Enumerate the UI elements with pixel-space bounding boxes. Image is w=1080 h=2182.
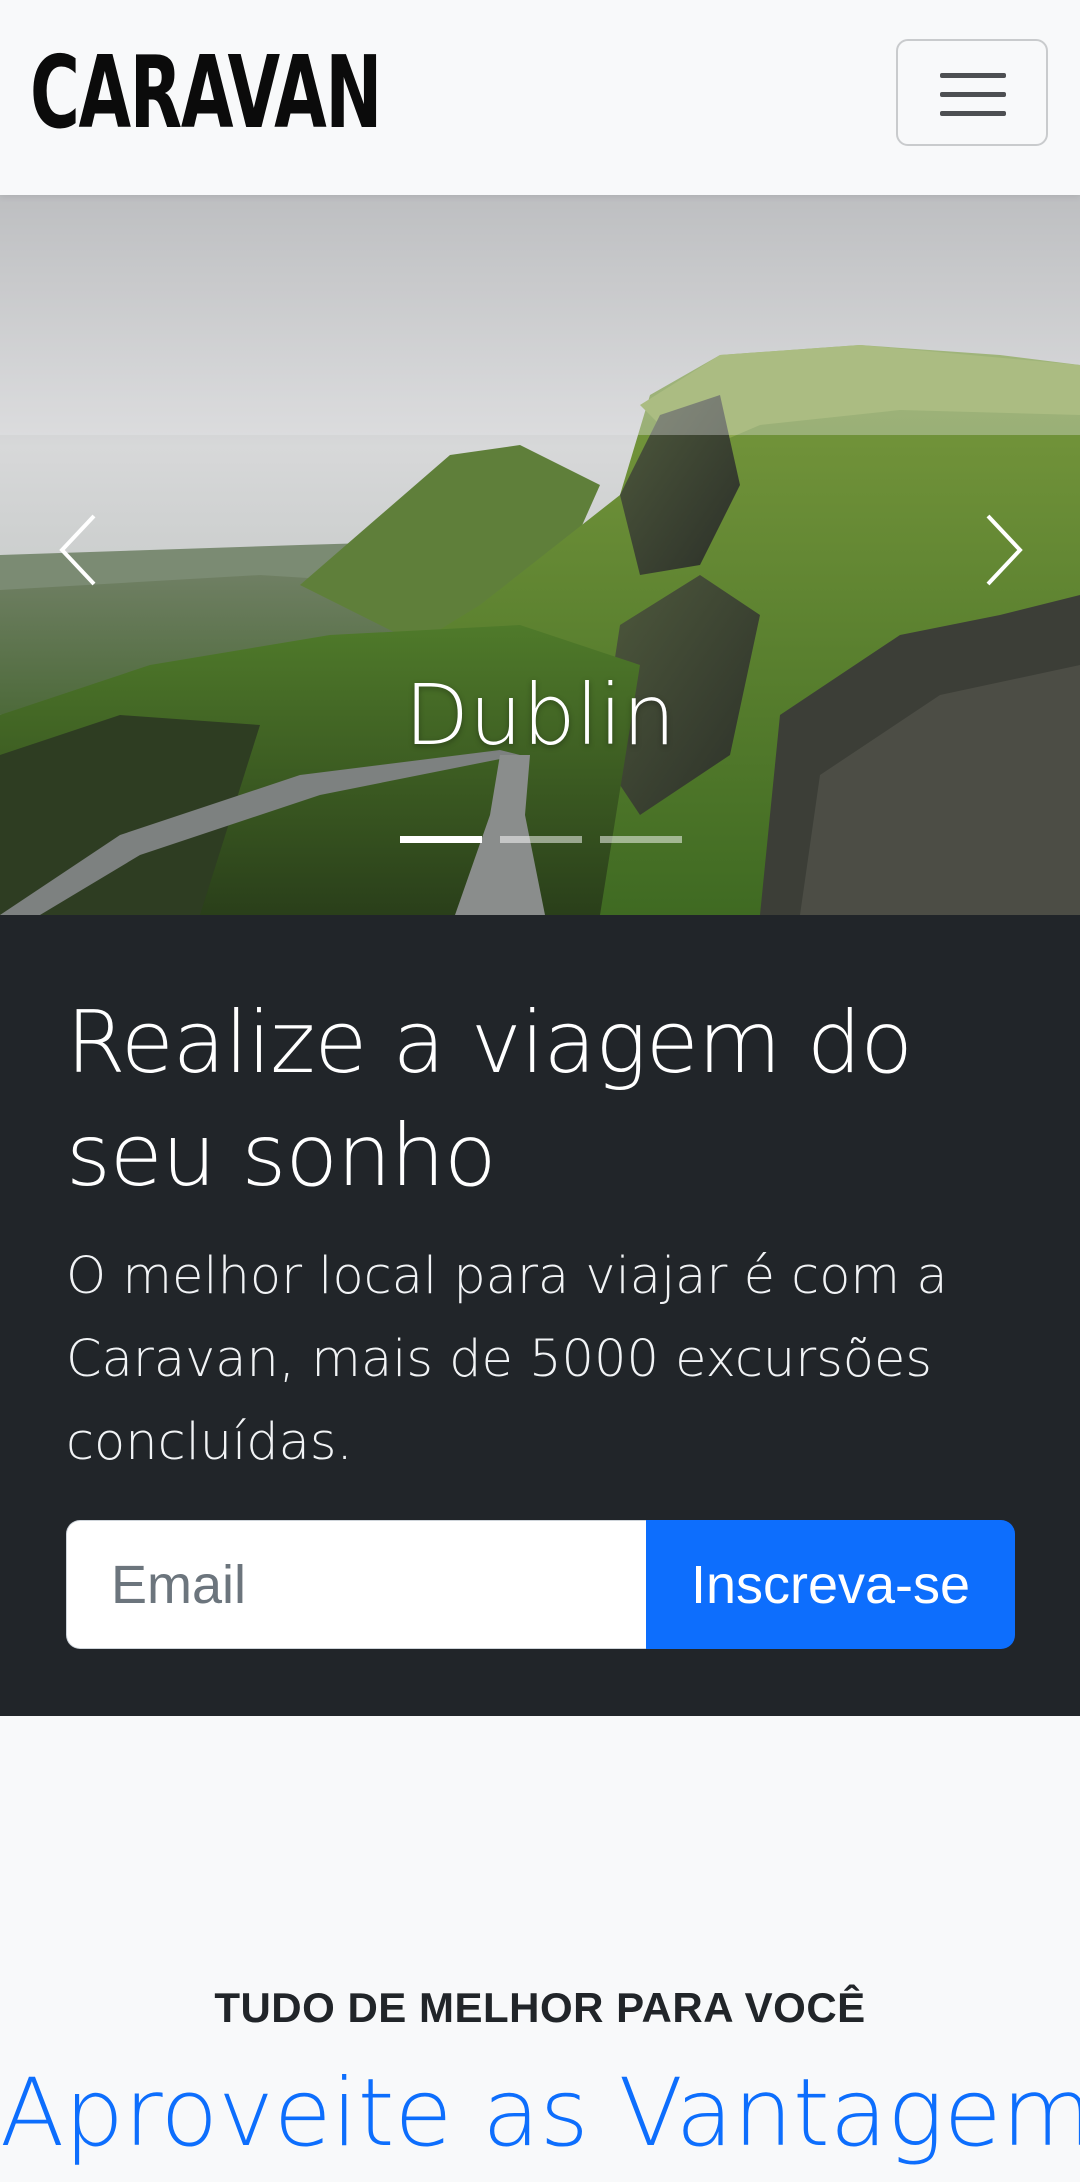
brand-logo[interactable]: CARAVAN	[30, 38, 382, 148]
hero-carousel: Dublin	[0, 195, 1080, 915]
features-section: TUDO DE MELHOR PARA VOCÊ Aproveite as Va…	[0, 1716, 1080, 2182]
chevron-right-icon	[986, 514, 1023, 586]
signup-form: Inscreva-se	[66, 1520, 1015, 1649]
subscribe-button[interactable]: Inscreva-se	[646, 1520, 1015, 1649]
email-input[interactable]	[66, 1520, 646, 1649]
menu-toggle-button[interactable]	[896, 39, 1048, 146]
section-title: Aproveite as Vantagem	[0, 2059, 1080, 2168]
carousel-prev-button[interactable]	[52, 510, 112, 590]
section-eyebrow: TUDO DE MELHOR PARA VOCÊ	[214, 1984, 866, 2031]
carousel-indicator-2[interactable]	[500, 836, 582, 843]
carousel-indicator-3[interactable]	[600, 836, 682, 843]
carousel-landscape-image	[0, 195, 1080, 915]
hero-title: Realize a viagem do seu sonho	[66, 993, 913, 1206]
hero-lead-text: O melhor local para viajar é com a Carav…	[66, 1247, 948, 1472]
carousel-indicators	[400, 836, 682, 844]
carousel-caption: Dublin	[404, 666, 676, 764]
carousel-indicator-1[interactable]	[400, 836, 482, 843]
carousel-next-button[interactable]	[970, 510, 1030, 590]
signup-section: Realize a viagem do seu sonho O melhor l…	[0, 915, 1080, 1716]
navbar: CARAVAN	[0, 0, 1080, 195]
chevron-left-icon	[59, 514, 96, 586]
